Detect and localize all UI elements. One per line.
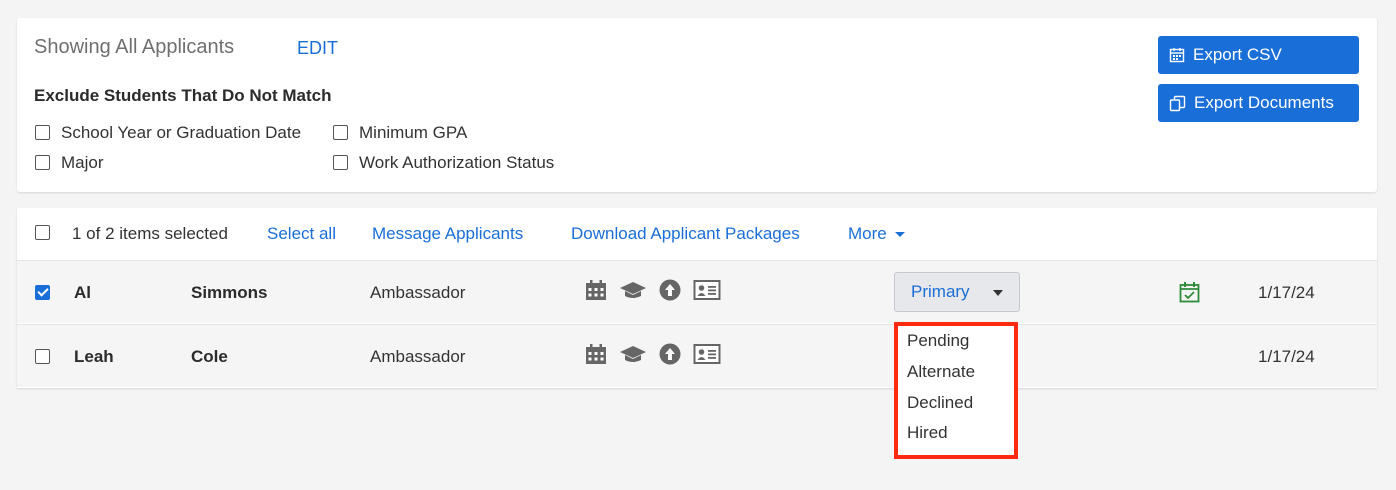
- minimum-gpa-checkbox[interactable]: [333, 125, 348, 140]
- date: 1/17/24: [1258, 347, 1315, 366]
- last-name: Simmons: [191, 283, 268, 302]
- exclude-heading: Exclude Students That Do Not Match: [34, 86, 332, 105]
- copy-documents-icon: [1169, 95, 1186, 111]
- calendar-check-icon: [1179, 282, 1200, 303]
- upload-arrow-icon[interactable]: [659, 343, 681, 365]
- first-name: Al: [74, 283, 91, 302]
- status-label: Primary: [911, 282, 970, 301]
- status-option-hired[interactable]: Hired: [907, 423, 948, 443]
- last-name: Cole: [191, 347, 228, 366]
- graduation-cap-icon[interactable]: [619, 280, 647, 300]
- major-label: Major: [61, 153, 104, 172]
- id-card-icon[interactable]: [693, 279, 721, 301]
- select-all-link[interactable]: Select all: [267, 224, 336, 244]
- calendar-icon: [1169, 48, 1185, 63]
- role: Ambassador: [370, 283, 466, 302]
- caret-down-icon: [993, 290, 1003, 296]
- filter-panel: Showing All Applicants EDIT Exclude Stud…: [17, 18, 1377, 192]
- calendar-icon[interactable]: [585, 343, 607, 365]
- status-option-declined[interactable]: Declined: [907, 393, 973, 413]
- edit-filters-link[interactable]: EDIT: [297, 38, 338, 59]
- message-applicants-link[interactable]: Message Applicants: [372, 224, 523, 244]
- export-documents-button[interactable]: Export Documents: [1158, 84, 1359, 122]
- select-all-checkbox[interactable]: [35, 225, 50, 240]
- download-packages-link[interactable]: Download Applicant Packages: [571, 224, 800, 244]
- status-option-alternate[interactable]: Alternate: [907, 362, 975, 382]
- work-authorization-checkbox[interactable]: [333, 155, 348, 170]
- major-checkbox[interactable]: [35, 155, 50, 170]
- graduation-cap-icon[interactable]: [619, 344, 647, 364]
- status-dropdown-menu: Pending Alternate Declined Hired: [894, 322, 1018, 459]
- table-row: Al Simmons Ambassador Primary 1/17/24: [17, 260, 1377, 323]
- row-icons: [585, 279, 721, 301]
- row-checkbox[interactable]: [35, 349, 50, 364]
- role: Ambassador: [370, 347, 466, 366]
- status-dropdown-button[interactable]: Primary: [894, 272, 1020, 312]
- calendar-icon[interactable]: [585, 279, 607, 301]
- selection-count: 1 of 2 items selected: [72, 224, 228, 243]
- caret-down-icon: [895, 232, 906, 238]
- school-year-label: School Year or Graduation Date: [61, 123, 302, 142]
- minimum-gpa-label: Minimum GPA: [359, 123, 468, 142]
- export-csv-button[interactable]: Export CSV: [1158, 36, 1359, 74]
- date: 1/17/24: [1258, 283, 1315, 302]
- work-authorization-label: Work Authorization Status: [359, 153, 555, 172]
- applicants-table: 1 of 2 items selected Select all Message…: [17, 208, 1377, 388]
- export-documents-label: Export Documents: [1194, 93, 1334, 112]
- first-name: Leah: [74, 347, 114, 366]
- showing-title: Showing All Applicants: [34, 36, 235, 58]
- more-label: More: [848, 224, 887, 243]
- row-checkbox[interactable]: [35, 285, 50, 300]
- status-option-pending[interactable]: Pending: [907, 331, 969, 351]
- school-year-checkbox[interactable]: [35, 125, 50, 140]
- more-menu[interactable]: More: [848, 224, 906, 244]
- row-icons: [585, 343, 721, 365]
- upload-arrow-icon[interactable]: [659, 279, 681, 301]
- id-card-icon[interactable]: [693, 343, 721, 365]
- export-csv-label: Export CSV: [1193, 45, 1282, 64]
- table-row: Leah Cole Ambassador 1/17/24: [17, 324, 1377, 387]
